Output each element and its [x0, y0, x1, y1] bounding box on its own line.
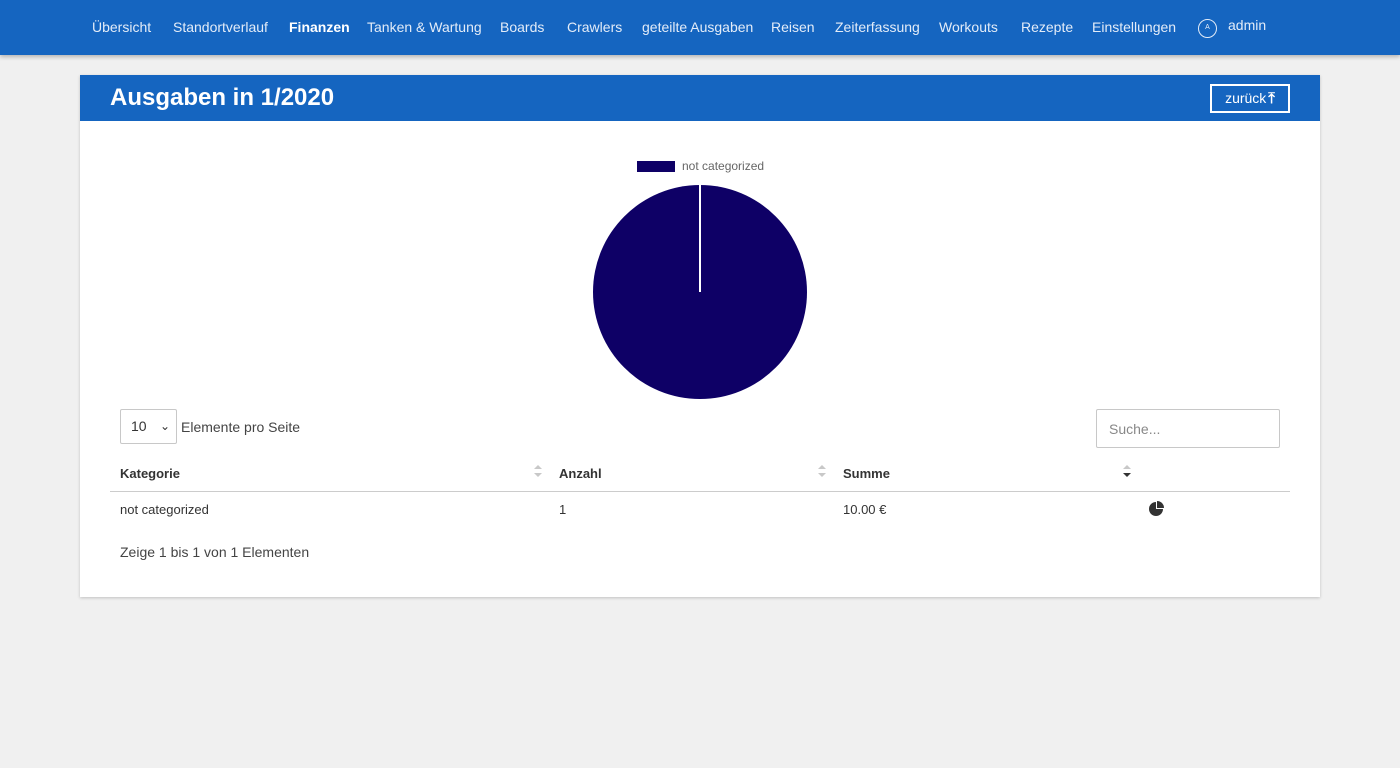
- nav-item-crawlers[interactable]: Crawlers: [567, 19, 622, 35]
- cell-summe: 10.00 €: [843, 502, 887, 517]
- cell-kategorie: not categorized: [120, 502, 209, 517]
- pie-chart-icon[interactable]: [1147, 500, 1165, 518]
- page-title: Ausgaben in 1/2020: [110, 84, 335, 111]
- top-navbar: Übersicht Standortverlauf Finanzen Tanke…: [0, 0, 1400, 55]
- legend-swatch[interactable]: [637, 161, 675, 172]
- nav-item-geteilte-ausgaben[interactable]: geteilte Ausgaben: [642, 19, 753, 35]
- sort-icon-summe[interactable]: [1122, 463, 1132, 481]
- page-size-select[interactable]: 10 ⌄: [120, 409, 177, 444]
- cell-anzahl: 1: [559, 502, 567, 517]
- back-button[interactable]: zurück ⤒: [1210, 84, 1290, 113]
- user-menu[interactable]: admin: [1228, 17, 1266, 33]
- page-size-value: 10: [131, 418, 147, 434]
- user-avatar-icon[interactable]: A: [1198, 19, 1217, 38]
- table-header-divider: [110, 491, 1290, 492]
- nav-item-uebersicht[interactable]: Übersicht: [92, 19, 151, 35]
- nav-item-boards[interactable]: Boards: [500, 19, 544, 35]
- nav-item-zeiterfassung[interactable]: Zeiterfassung: [835, 19, 920, 35]
- nav-item-tanken-wartung[interactable]: Tanken & Wartung: [367, 19, 482, 35]
- search-input[interactable]: [1096, 409, 1280, 448]
- nav-item-finanzen[interactable]: Finanzen: [289, 19, 350, 35]
- nav-item-workouts[interactable]: Workouts: [939, 19, 998, 35]
- chevron-down-icon: ⌄: [159, 419, 170, 433]
- arrow-up-icon: ⤒: [1268, 90, 1275, 107]
- column-header-kategorie[interactable]: Kategorie: [120, 466, 180, 481]
- pie-chart: [593, 185, 807, 399]
- column-header-anzahl[interactable]: Anzahl: [559, 466, 602, 481]
- sort-icon-anzahl[interactable]: [817, 463, 827, 481]
- legend-label[interactable]: not categorized: [682, 159, 764, 173]
- back-button-label: zurück: [1225, 90, 1267, 106]
- nav-item-reisen[interactable]: Reisen: [771, 19, 815, 35]
- card-header: Ausgaben in 1/2020 zurück ⤒: [80, 75, 1320, 121]
- table-info: Zeige 1 bis 1 von 1 Elementen: [120, 544, 310, 560]
- expenses-card: Ausgaben in 1/2020 zurück ⤒ not categoriz…: [80, 75, 1320, 597]
- page-size-label: Elemente pro Seite: [181, 419, 301, 435]
- sort-icon-kategorie[interactable]: [533, 463, 543, 481]
- nav-item-einstellungen[interactable]: Einstellungen: [1092, 19, 1176, 35]
- nav-item-standortverlauf[interactable]: Standortverlauf: [173, 19, 268, 35]
- column-header-summe[interactable]: Summe: [843, 466, 890, 481]
- nav-item-rezepte[interactable]: Rezepte: [1021, 19, 1073, 35]
